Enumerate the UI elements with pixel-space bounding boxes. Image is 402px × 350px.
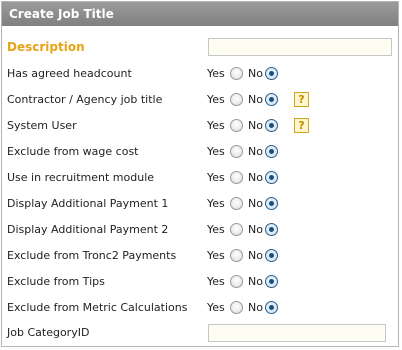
job-category-input[interactable] <box>208 324 386 342</box>
yes-label: Yes <box>207 145 225 158</box>
yes-radio[interactable] <box>230 67 243 80</box>
yes-label: Yes <box>207 93 225 106</box>
option-label: Exclude from Metric Calculations <box>7 301 188 314</box>
option-label: Display Additional Payment 1 <box>7 197 169 210</box>
yes-label: Yes <box>207 171 225 184</box>
no-radio[interactable] <box>265 93 278 106</box>
option-row-recruitment-module: Use in recruitment module Yes No <box>2 165 398 191</box>
yes-radio[interactable] <box>230 301 243 314</box>
yes-label: Yes <box>207 223 225 236</box>
option-label: System User <box>7 119 77 132</box>
option-label: Has agreed headcount <box>7 67 132 80</box>
no-radio[interactable] <box>265 223 278 236</box>
no-label: No <box>248 119 263 132</box>
no-radio[interactable] <box>265 275 278 288</box>
no-label: No <box>248 249 263 262</box>
yes-radio[interactable] <box>230 197 243 210</box>
yes-label: Yes <box>207 119 225 132</box>
no-label: No <box>248 223 263 236</box>
option-row-system-user: System User Yes No ? <box>2 113 398 139</box>
option-label: Display Additional Payment 2 <box>7 223 169 236</box>
no-radio[interactable] <box>265 301 278 314</box>
option-row-tips: Exclude from Tips Yes No <box>2 269 398 295</box>
no-label: No <box>248 67 263 80</box>
no-radio[interactable] <box>265 145 278 158</box>
option-label: Exclude from Tronc2 Payments <box>7 249 177 262</box>
yes-radio[interactable] <box>230 223 243 236</box>
description-input[interactable] <box>208 38 392 56</box>
option-label: Exclude from wage cost <box>7 145 139 158</box>
no-label: No <box>248 275 263 288</box>
yes-radio[interactable] <box>230 145 243 158</box>
yes-label: Yes <box>207 67 225 80</box>
no-radio[interactable] <box>265 249 278 262</box>
no-label: No <box>248 301 263 314</box>
no-label: No <box>248 197 263 210</box>
description-label: Description <box>7 40 85 54</box>
option-row-metric-calculations: Exclude from Metric Calculations Yes No <box>2 295 398 321</box>
no-label: No <box>248 93 263 106</box>
help-icon[interactable]: ? <box>294 92 309 107</box>
option-row-additional-payment-2: Display Additional Payment 2 Yes No <box>2 217 398 243</box>
no-radio[interactable] <box>265 67 278 80</box>
option-row-has-agreed-headcount: Has agreed headcount Yes No <box>2 61 398 87</box>
option-row-tronc2-payments: Exclude from Tronc2 Payments Yes No <box>2 243 398 269</box>
job-category-row: Job CategoryID <box>2 320 398 346</box>
create-job-title-panel: Create Job Title Description Has agreed … <box>1 1 399 347</box>
help-icon[interactable]: ? <box>294 118 309 133</box>
no-label: No <box>248 171 263 184</box>
panel-title: Create Job Title <box>2 2 398 26</box>
yes-label: Yes <box>207 197 225 210</box>
option-label: Use in recruitment module <box>7 171 155 184</box>
no-label: No <box>248 145 263 158</box>
yes-radio[interactable] <box>230 171 243 184</box>
yes-radio[interactable] <box>230 119 243 132</box>
description-row: Description <box>2 34 398 60</box>
no-radio[interactable] <box>265 197 278 210</box>
yes-radio[interactable] <box>230 275 243 288</box>
job-category-label: Job CategoryID <box>7 326 90 339</box>
option-label: Exclude from Tips <box>7 275 105 288</box>
yes-label: Yes <box>207 249 225 262</box>
yes-label: Yes <box>207 275 225 288</box>
option-row-exclude-wage-cost: Exclude from wage cost Yes No <box>2 139 398 165</box>
option-row-additional-payment-1: Display Additional Payment 1 Yes No <box>2 191 398 217</box>
option-label: Contractor / Agency job title <box>7 93 163 106</box>
yes-radio[interactable] <box>230 93 243 106</box>
yes-radio[interactable] <box>230 249 243 262</box>
no-radio[interactable] <box>265 171 278 184</box>
option-row-contractor-agency: Contractor / Agency job title Yes No ? <box>2 87 398 113</box>
no-radio[interactable] <box>265 119 278 132</box>
yes-label: Yes <box>207 301 225 314</box>
